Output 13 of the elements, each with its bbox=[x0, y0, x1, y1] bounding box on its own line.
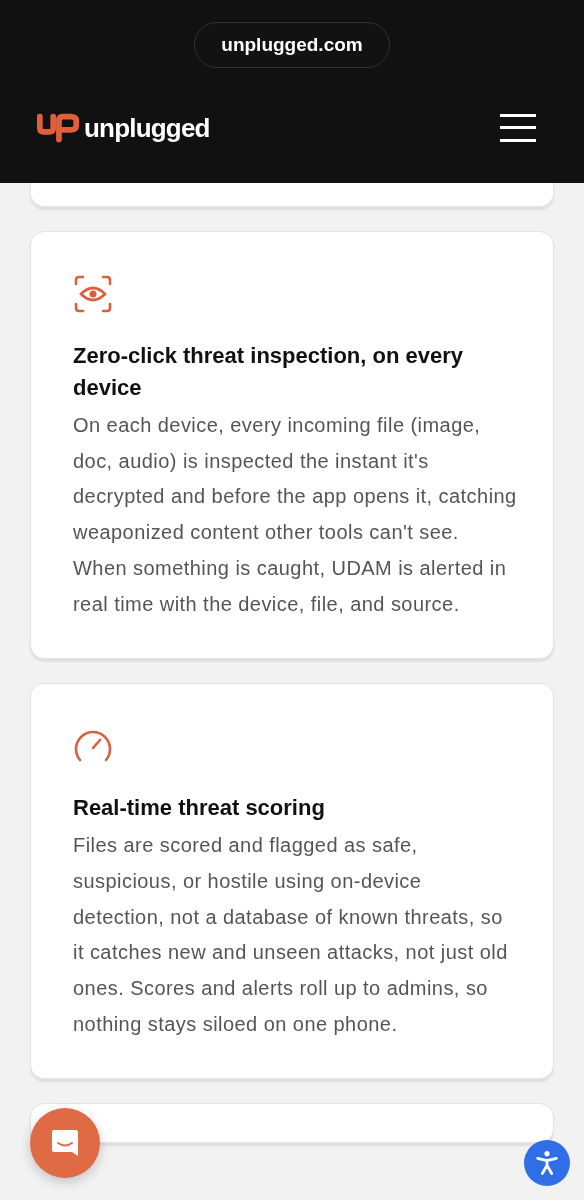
accessibility-icon bbox=[533, 1149, 561, 1177]
accessibility-button[interactable] bbox=[524, 1140, 570, 1186]
feature-title: Zero-click threat inspection, on every device bbox=[73, 342, 464, 402]
chat-icon bbox=[50, 1128, 80, 1158]
logo-icon[interactable] bbox=[36, 112, 80, 144]
feature-title: Real-time threat scoring bbox=[73, 794, 326, 823]
feature-description: Files are scored and flagged as safe, suspicious, or hostile using on-device detection, not a database of known threats, so it catches new and unseen attacks, not just old ones. Scores and alerts roll up to admins, so nothing stays siloed on one phone. bbox=[73, 833, 509, 1037]
chat-button[interactable] bbox=[30, 1108, 100, 1178]
feature-description: On each device, every incoming file (image, doc, audio) is inspected the instant it's decrypted and before the app opens it, catching weaponized content other tools can't see. When something is caught, UDAM is alerted in real time with the device, file, and source. bbox=[73, 413, 517, 617]
brand-name[interactable]: unplugged bbox=[84, 112, 210, 144]
eye-icon bbox=[73, 274, 113, 314]
menu-icon[interactable] bbox=[500, 114, 536, 142]
address-bar[interactable]: unplugged.com bbox=[194, 22, 390, 68]
